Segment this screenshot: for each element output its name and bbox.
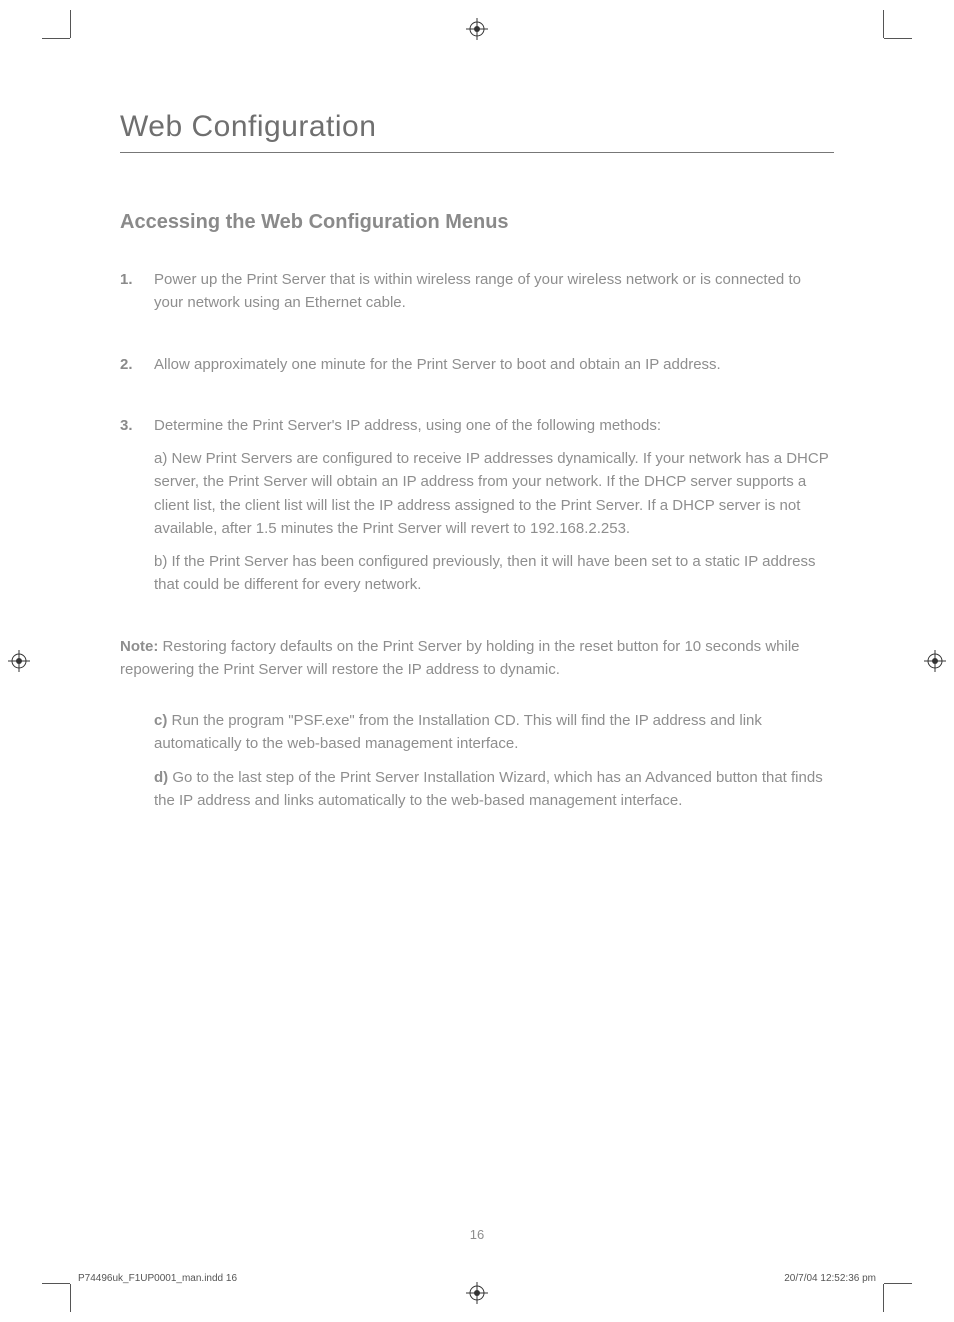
crop-mark [70,10,71,38]
crop-mark [883,1284,884,1312]
step-body: Allow approximately one minute for the P… [154,353,834,386]
step-number: 2. [120,353,154,386]
registration-mark-icon [924,650,946,672]
footer-timestamp: 20/7/04 12:52:36 pm [784,1273,876,1284]
step-number: 1. [120,268,154,325]
registration-mark-icon [8,650,30,672]
page-number: 16 [0,1227,954,1242]
subitem-letter: d) [154,769,168,786]
section-heading: Accessing the Web Configuration Menus [120,211,834,234]
page-title: Web Configuration [120,110,834,153]
step-body: Determine the Print Server's IP address,… [154,414,834,607]
step-text: Allow approximately one minute for the P… [154,353,834,376]
sub-items: c) Run the program "PSF.exe" from the In… [154,709,834,812]
crop-mark [42,1283,70,1284]
registration-mark-icon [466,1282,488,1304]
subitem-text: Run the program "PSF.exe" from the Insta… [154,712,762,752]
step-3: 3. Determine the Print Server's IP addre… [120,414,834,607]
crop-mark [884,1283,912,1284]
step-text: b) If the Print Server has been configur… [154,550,834,597]
step-body: Power up the Print Server that is within… [154,268,834,325]
subitem-text: Go to the last step of the Print Server … [154,769,823,809]
step-1: 1. Power up the Print Server that is wit… [120,268,834,325]
step-text: Power up the Print Server that is within… [154,268,834,315]
note-paragraph: Note: Restoring factory defaults on the … [120,635,834,682]
crop-mark [884,38,912,39]
subitem-d: d) Go to the last step of the Print Serv… [154,766,834,813]
note-label: Note: [120,638,158,655]
crop-mark [883,10,884,38]
footer-filename: P74496uk_F1UP0001_man.indd 16 [78,1273,237,1284]
step-2: 2. Allow approximately one minute for th… [120,353,834,386]
step-text: Determine the Print Server's IP address,… [154,414,834,437]
subitem-letter: c) [154,712,167,729]
subitem-c: c) Run the program "PSF.exe" from the In… [154,709,834,756]
crop-mark [70,1284,71,1312]
step-text: a) New Print Servers are configured to r… [154,447,834,540]
note-text: Restoring factory defaults on the Print … [120,638,800,678]
step-number: 3. [120,414,154,607]
page-content: Web Configuration Accessing the Web Conf… [120,110,834,822]
crop-mark [42,38,70,39]
footer: P74496uk_F1UP0001_man.indd 16 20/7/04 12… [78,1273,876,1284]
registration-mark-icon [466,18,488,40]
